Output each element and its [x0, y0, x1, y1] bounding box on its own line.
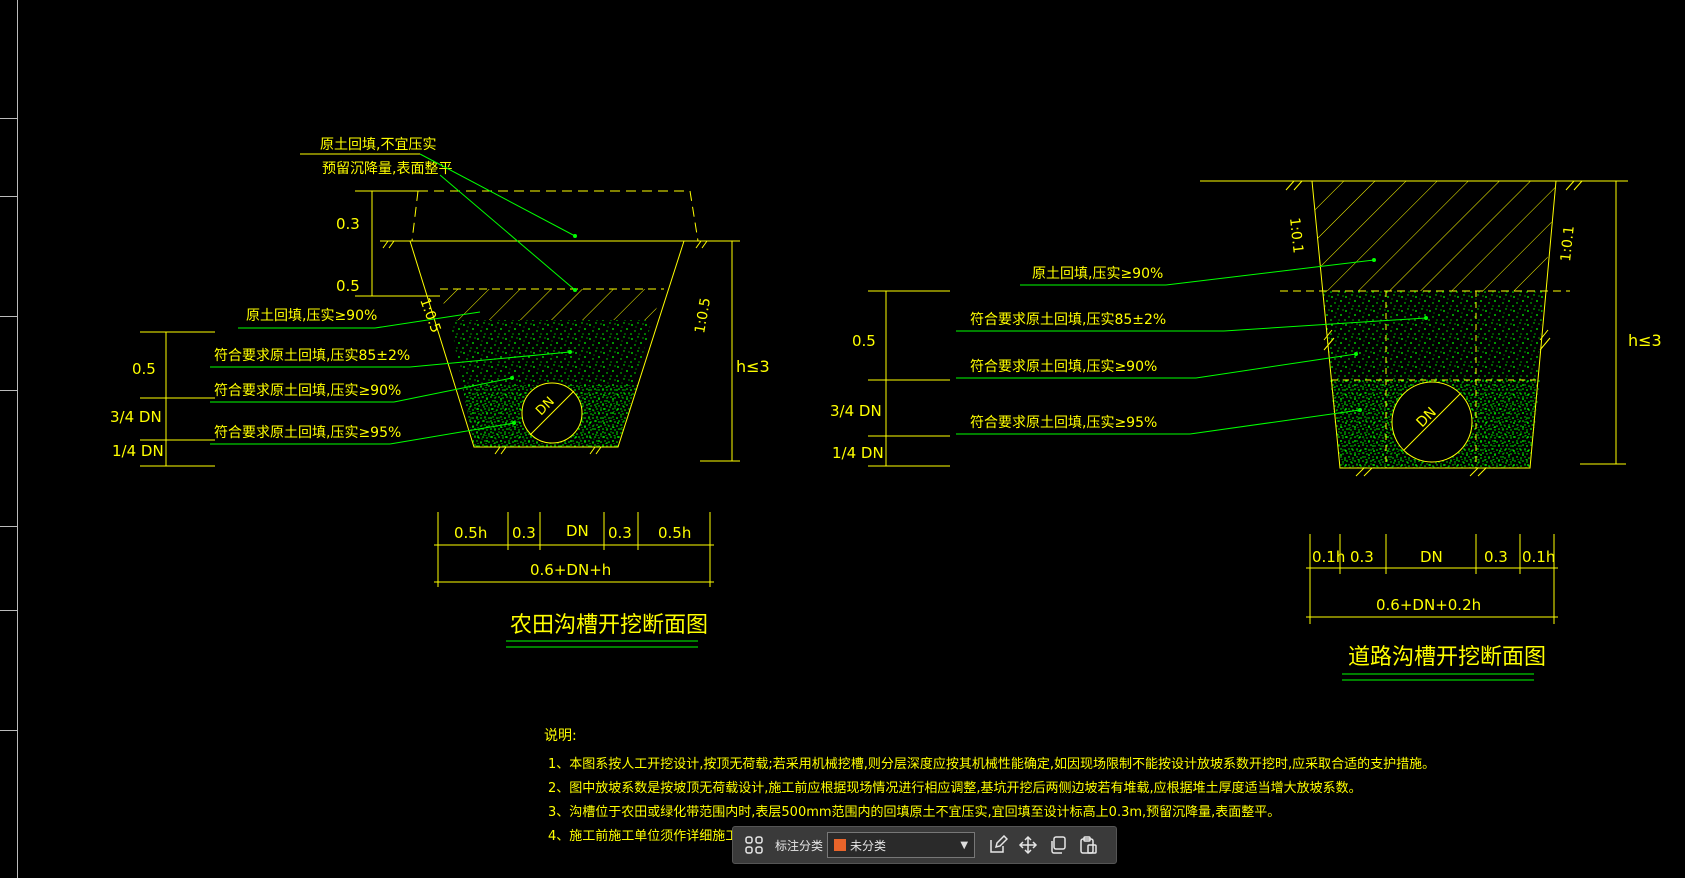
fill-side-dashed [689, 190, 699, 242]
hatch-area [1312, 181, 1556, 291]
leader-dot [1372, 258, 1376, 262]
fill-1-label: 原土回填,压实≥90% [1032, 266, 1163, 282]
fill-4-label: 符合要求原土回填,压实≥95% [970, 415, 1157, 431]
depth-label: h≤3 [1628, 331, 1662, 350]
leader-dot [573, 288, 577, 292]
note-line-3: 3、沟槽位于农田或绿化带范围内时,表层500mm范围内的回填原土不宜压实,宜回填… [548, 804, 1280, 820]
bw1-label: 0.1h [1312, 548, 1345, 566]
drawing-title: 农田沟槽开挖断面图 [510, 613, 708, 638]
bw1-label: 0.5h [454, 524, 487, 542]
leader-dot [1354, 352, 1358, 356]
copy-icon[interactable] [1043, 830, 1073, 860]
fill-2-label: 符合要求原土回填,压实85±2% [214, 348, 410, 364]
side-34dn-label: 3/4 DN [830, 402, 882, 420]
move-icon[interactable] [1013, 830, 1043, 860]
fill-2-label: 符合要求原土回填,压实85±2% [970, 312, 1166, 328]
chevron-down-icon: ▼ [960, 839, 969, 851]
category-label: 标注分类 [775, 838, 824, 853]
fill-side-dashed [411, 190, 419, 242]
side-14dn-label: 1/4 DN [832, 444, 884, 462]
cad-canvas[interactable]: DN h≤3 1:0.5 1:0.5 0.3 0.5 原土回填,不宜压实 预留沉… [0, 0, 1685, 878]
leader-line [1189, 409, 1361, 435]
leader-dot [1424, 316, 1428, 320]
slope-left-label: 1:0.5 [416, 296, 443, 335]
category-select-value: 未分类 [850, 838, 887, 853]
dim-03-label: 0.3 [336, 215, 360, 233]
side-05-label: 0.5 [132, 360, 156, 378]
drawing-road-trench: DN h≤3 1:0.1 1:0.1 0.5 3/4 DN 1/4 DN 原土回… [830, 180, 1662, 681]
leader-dot [1358, 408, 1362, 412]
side-05-label: 0.5 [852, 332, 876, 350]
category-select[interactable]: 未分类 ▼ [827, 832, 976, 858]
slope-left-label: 1:0.1 [1286, 217, 1306, 254]
leader-dot [512, 421, 516, 425]
leader-dot [573, 234, 577, 238]
edit-icon[interactable] [983, 830, 1013, 860]
drawing-farmland-trench: DN h≤3 1:0.5 1:0.5 0.3 0.5 原土回填,不宜压实 预留沉… [110, 137, 770, 648]
bw5-label: 0.1h [1522, 548, 1555, 566]
total-width-label: 0.6+DN+h [530, 561, 611, 579]
side-14dn-label: 1/4 DN [112, 442, 164, 460]
slope-right-label: 1:0.1 [1558, 225, 1578, 262]
side-34dn-label: 3/4 DN [110, 408, 162, 426]
note-line-2: 2、图中放坡系数是按坡顶无荷载设计,施工前应根据现场情况进行相应调整,基坑开挖后… [548, 780, 1362, 796]
fill-3-label: 符合要求原土回填,压实≥90% [970, 359, 1157, 375]
drawing-title: 道路沟槽开挖断面图 [1348, 645, 1546, 670]
note-line-1: 1、本图系按人工开挖设计,按顶无荷载;若采用机械挖槽,则分层深度应按其机械性能确… [548, 756, 1435, 772]
bw2-label: 0.3 [1350, 548, 1374, 566]
bw4-label: 0.3 [1484, 548, 1508, 566]
fill-1-label: 原土回填,压实≥90% [246, 308, 377, 324]
fill-3-label: 符合要求原土回填,压实≥90% [214, 383, 401, 399]
bw3-label: DN [1420, 548, 1443, 566]
leader-dot [568, 350, 572, 354]
note-1-label: 原土回填,不宜压实 [320, 137, 436, 153]
paste-icon[interactable] [1073, 830, 1103, 860]
hatch-area [438, 289, 664, 320]
total-width-label: 0.6+DN+0.2h [1376, 596, 1481, 614]
category-swatch [834, 839, 847, 851]
fill-4-label: 符合要求原土回填,压实≥95% [214, 425, 401, 441]
bw2-label: 0.3 [512, 524, 536, 542]
slope-right-label: 1:0.5 [692, 297, 714, 335]
note-2-label: 预留沉降量,表面整平 [322, 161, 452, 177]
bw4-label: 0.3 [608, 524, 632, 542]
depth-label: h≤3 [736, 357, 770, 376]
leader-line [439, 174, 576, 291]
leader-dot [510, 376, 514, 380]
dim-05-label: 0.5 [336, 277, 360, 295]
bw3-label: DN [566, 522, 589, 540]
notes-heading: 说明: [544, 728, 577, 744]
bw5-label: 0.5h [658, 524, 691, 542]
grid-icon[interactable] [739, 830, 769, 860]
annotation-toolbar: 标注分类 未分类 ▼ [732, 826, 1117, 864]
